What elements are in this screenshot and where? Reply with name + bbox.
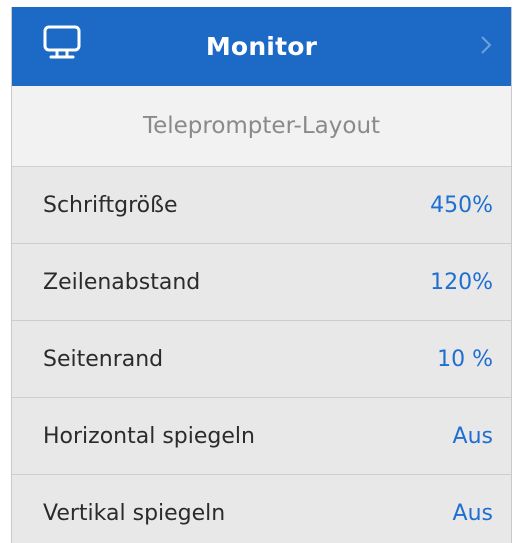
- setting-row-font-size[interactable]: Schriftgröße 450%: [12, 167, 511, 244]
- setting-value[interactable]: 120%: [430, 270, 493, 295]
- setting-label: Vertikal spiegeln: [43, 500, 226, 526]
- setting-value[interactable]: 10 %: [437, 347, 493, 372]
- settings-panel: Monitor Teleprompter-Layout Schriftgröße…: [11, 7, 512, 543]
- setting-label: Zeilenabstand: [43, 269, 201, 295]
- header-title: Monitor: [205, 32, 318, 61]
- monitor-icon: [43, 25, 81, 59]
- monitor-header[interactable]: Monitor: [12, 7, 511, 86]
- setting-row-line-spacing[interactable]: Zeilenabstand 120%: [12, 244, 511, 321]
- setting-row-margin[interactable]: Seitenrand 10 %: [12, 321, 511, 398]
- setting-row-mirror-vertical[interactable]: Vertikal spiegeln Aus: [12, 475, 511, 543]
- setting-label: Seitenrand: [43, 346, 164, 372]
- setting-value[interactable]: 450%: [430, 193, 493, 218]
- setting-value[interactable]: Aus: [453, 424, 493, 449]
- chevron-right-icon[interactable]: [479, 33, 493, 57]
- setting-row-mirror-horizontal[interactable]: Horizontal spiegeln Aus: [12, 398, 511, 475]
- setting-value[interactable]: Aus: [453, 501, 493, 526]
- setting-label: Horizontal spiegeln: [43, 423, 255, 449]
- section-title: Teleprompter-Layout: [12, 86, 511, 167]
- setting-label: Schriftgröße: [43, 192, 178, 218]
